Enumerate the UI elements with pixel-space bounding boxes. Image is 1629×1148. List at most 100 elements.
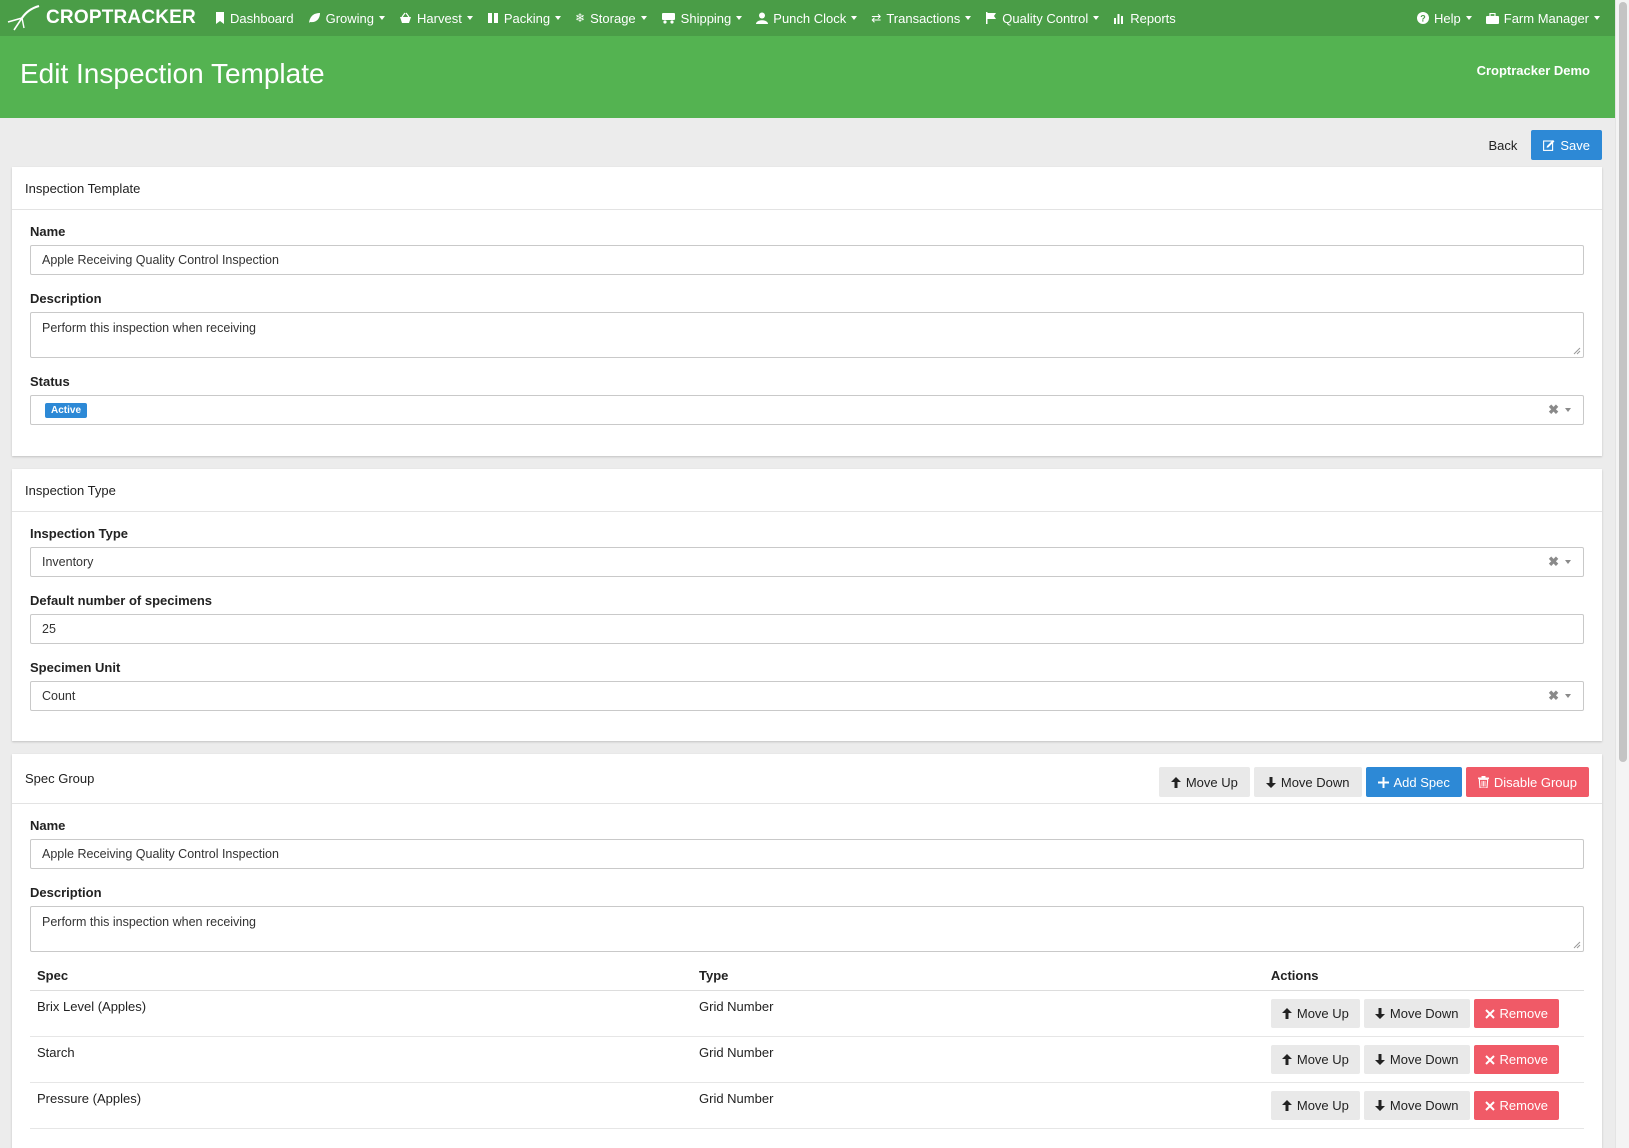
chevron-down-icon[interactable] — [1565, 694, 1571, 698]
type-cell: Grid Number — [692, 990, 1264, 1037]
back-button[interactable]: Back — [1474, 138, 1531, 153]
group-description-label: Description — [30, 885, 102, 900]
name-input[interactable]: Apple Receiving Quality Control Inspecti… — [30, 245, 1584, 275]
snowflake-icon: ❄ — [575, 11, 586, 25]
transfer-icon: ⇄ — [871, 11, 882, 25]
row-move-up-button[interactable]: Move Up — [1270, 1091, 1360, 1120]
group-description-textarea[interactable]: Perform this inspection when receiving — [30, 906, 1584, 952]
user-icon — [756, 12, 769, 24]
chevron-down-icon — [851, 16, 858, 20]
clear-icon[interactable]: ✖ — [1548, 554, 1559, 570]
arrow-up-icon — [1281, 1100, 1292, 1111]
nav-quality-control-label: Quality Control — [1002, 10, 1089, 26]
top-navbar: CROPTRACKER Dashboard Growing Harvest Pa… — [0, 0, 1615, 36]
nav-dashboard-label: Dashboard — [229, 10, 294, 26]
chevron-down-icon — [379, 16, 386, 20]
panel-heading: Inspection Template — [12, 167, 1602, 210]
leaf-icon — [308, 12, 321, 24]
panel-heading: Inspection Type — [12, 469, 1602, 512]
boxes-icon — [487, 12, 499, 24]
status-select[interactable]: Active ✖ — [30, 395, 1584, 425]
croptracker-logo-icon — [7, 4, 40, 31]
page-title: Edit Inspection Template — [20, 58, 325, 89]
nav-packing[interactable]: Packing — [480, 0, 568, 36]
brand-logo[interactable]: CROPTRACKER — [0, 4, 196, 32]
spec-group-heading: Spec Group Move Up Move Down Add Spec Di… — [12, 754, 1602, 804]
resize-handle-icon[interactable] — [1573, 347, 1581, 355]
nav-punch-clock[interactable]: Punch Clock — [749, 0, 864, 36]
chevron-down-icon[interactable] — [1565, 408, 1571, 412]
chevron-down-icon — [965, 16, 972, 20]
status-badge[interactable]: Active — [45, 402, 88, 418]
group-move-up-button[interactable]: Move Up — [1158, 767, 1250, 797]
column-header-spec: Spec — [30, 960, 692, 991]
nav-dashboard[interactable]: Dashboard — [208, 0, 301, 36]
add-spec-label: Add Spec — [1393, 774, 1450, 790]
page-header: Edit Inspection Template Croptracker Dem… — [0, 36, 1615, 118]
actions-cell: Move Up Move Down Remove — [1263, 1036, 1584, 1083]
spec-cell: Pressure (Apples) — [30, 1082, 692, 1129]
resize-handle-icon[interactable] — [1573, 941, 1581, 949]
column-header-actions: Actions — [1263, 960, 1584, 991]
nav-shipping[interactable]: Shipping — [654, 0, 750, 36]
row-remove-button[interactable]: Remove — [1473, 1045, 1559, 1074]
clear-icon[interactable]: ✖ — [1548, 402, 1559, 418]
nav-help[interactable]: ? Help — [1410, 0, 1479, 36]
arrow-down-icon — [1374, 1008, 1385, 1019]
specimen-unit-select[interactable]: Count ✖ — [30, 681, 1584, 711]
add-spec-button[interactable]: Add Spec — [1365, 767, 1462, 797]
nav-reports[interactable]: Reports — [1106, 0, 1183, 36]
nav-punch-clock-label: Punch Clock — [773, 10, 847, 26]
scrollbar-thumb[interactable] — [1619, 2, 1627, 762]
row-remove-label: Remove — [1499, 1006, 1548, 1021]
nav-storage-label: Storage — [590, 10, 636, 26]
row-move-down-label: Move Down — [1389, 1052, 1459, 1067]
row-move-up-button[interactable]: Move Up — [1270, 999, 1360, 1028]
nav-growing[interactable]: Growing — [301, 0, 392, 36]
bookmark-icon — [215, 12, 225, 24]
nav-quality-control[interactable]: Quality Control — [978, 0, 1106, 36]
group-move-down-button[interactable]: Move Down — [1253, 767, 1362, 797]
company-name: Croptracker Demo — [1476, 63, 1590, 78]
arrow-up-icon — [1170, 776, 1181, 788]
row-move-up-button[interactable]: Move Up — [1270, 1045, 1360, 1074]
nav-harvest[interactable]: Harvest — [392, 0, 480, 36]
description-label: Description — [30, 291, 102, 306]
nav-reports-label: Reports — [1130, 10, 1176, 26]
column-header-type: Type — [692, 960, 1264, 991]
clear-icon[interactable]: ✖ — [1548, 688, 1559, 704]
chevron-down-icon[interactable] — [1565, 560, 1571, 564]
close-icon — [1484, 1008, 1495, 1019]
nav-shipping-label: Shipping — [680, 10, 732, 26]
arrow-up-icon — [1281, 1054, 1292, 1065]
name-label: Name — [30, 224, 66, 239]
description-textarea[interactable]: Perform this inspection when receiving — [30, 312, 1584, 358]
page-scrollbar[interactable] — [1615, 0, 1629, 1148]
chevron-down-icon — [640, 16, 647, 20]
save-button-label: Save — [1560, 137, 1590, 153]
row-move-down-button[interactable]: Move Down — [1363, 1045, 1470, 1074]
nav-storage[interactable]: ❄ Storage — [568, 0, 654, 36]
chevron-down-icon — [1465, 16, 1472, 20]
disable-group-button[interactable]: Disable Group — [1465, 767, 1589, 797]
specimen-unit-label: Specimen Unit — [30, 660, 121, 675]
row-remove-button[interactable]: Remove — [1473, 999, 1559, 1028]
chevron-down-icon — [1594, 16, 1600, 20]
row-move-down-button[interactable]: Move Down — [1363, 999, 1470, 1028]
inspection-type-select[interactable]: Inventory ✖ — [30, 547, 1584, 577]
group-description-text: Perform this inspection when receiving — [42, 915, 256, 929]
nav-packing-label: Packing — [503, 10, 551, 26]
inspection-type-value: Inventory — [42, 555, 94, 569]
row-move-down-button[interactable]: Move Down — [1363, 1091, 1470, 1120]
nav-user-menu[interactable]: Farm Manager — [1479, 0, 1607, 36]
save-button[interactable]: Save — [1531, 130, 1602, 160]
truck-icon — [661, 12, 676, 24]
group-move-down-label: Move Down — [1280, 774, 1350, 790]
nav-transactions[interactable]: ⇄ Transactions — [864, 0, 978, 36]
arrow-down-icon — [1374, 1054, 1385, 1065]
nav-transactions-label: Transactions — [886, 10, 961, 26]
row-remove-button[interactable]: Remove — [1473, 1091, 1559, 1120]
group-name-label: Name — [30, 818, 66, 833]
specimens-input[interactable]: 25 — [30, 614, 1584, 644]
group-name-input[interactable]: Apple Receiving Quality Control Inspecti… — [30, 839, 1584, 869]
